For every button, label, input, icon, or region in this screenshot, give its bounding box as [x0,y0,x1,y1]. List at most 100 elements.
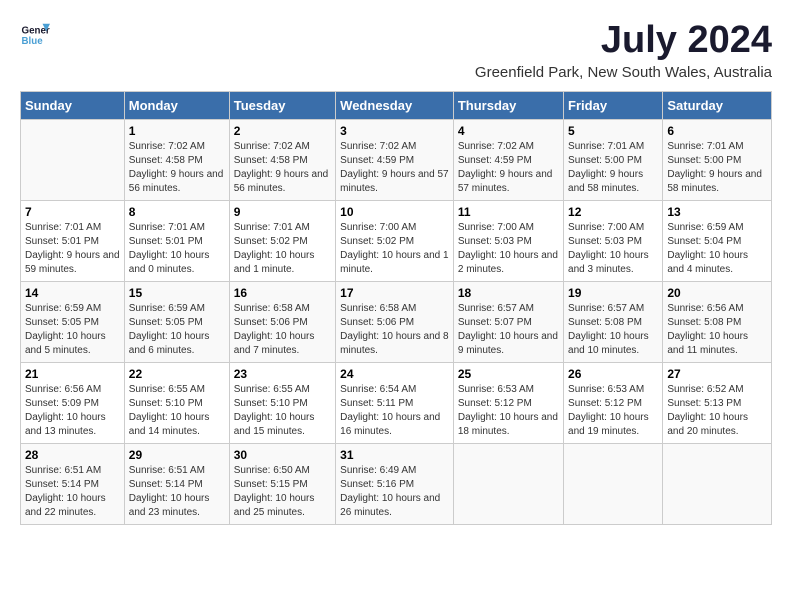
header-cell-thursday: Thursday [453,91,563,119]
day-cell: 23 Sunrise: 6:55 AMSunset: 5:10 PMDayligh… [229,362,335,443]
day-number: 28 [25,448,120,462]
day-info: Sunrise: 7:01 AMSunset: 5:00 PMDaylight:… [568,140,658,196]
day-number: 26 [568,367,658,381]
day-info: Sunrise: 6:51 AMSunset: 5:14 PMDaylight:… [129,464,225,520]
day-cell: 16Sunrise: 6:58 AMSunset: 5:06 PMDayligh… [229,281,335,362]
day-cell [453,443,563,524]
day-info: Sunrise: 7:01 AMSunset: 5:01 PMDaylight:… [129,221,225,277]
page-header: General Blue July 2024 Greenfield Park, … [20,20,772,81]
day-info: Sunrise: 6:56 AMSunset: 5:08 PMDaylight:… [667,302,767,358]
day-cell: 22 Sunrise: 6:55 AMSunset: 5:10 PMDayligh… [124,362,229,443]
day-cell: 24 Sunrise: 6:54 AMSunset: 5:11 PMDayligh… [336,362,454,443]
logo-icon: General Blue [20,20,50,50]
day-number: 13 [667,205,767,219]
header-cell-sunday: Sunday [21,91,125,119]
day-number: 2 [234,124,331,138]
day-cell: 7Sunrise: 7:01 AMSunset: 5:01 PMDaylight… [21,200,125,281]
day-number: 9 [234,205,331,219]
day-number: 27 [667,367,767,381]
day-info: Sunrise: 7:02 AMSunset: 4:59 PMDaylight:… [340,140,449,196]
day-cell: 30Sunrise: 6:50 AMSunset: 5:15 PMDayligh… [229,443,335,524]
day-info: Sunrise: 6:56 AMSunset: 5:09 PMDaylight:… [25,383,120,439]
day-cell: 13 Sunrise: 6:59 AMSunset: 5:04 PMDayligh… [663,200,772,281]
day-info: Sunrise: 6:59 AMSunset: 5:05 PMDaylight:… [129,302,225,358]
day-cell: 20 Sunrise: 6:56 AMSunset: 5:08 PMDayligh… [663,281,772,362]
day-number: 17 [340,286,449,300]
day-cell [663,443,772,524]
day-cell: 11 Sunrise: 7:00 AMSunset: 5:03 PMDayligh… [453,200,563,281]
day-info: Sunrise: 7:00 AMSunset: 5:03 PMDaylight:… [568,221,658,277]
day-cell: 31Sunrise: 6:49 AMSunset: 5:16 PMDayligh… [336,443,454,524]
day-cell: 25 Sunrise: 6:53 AMSunset: 5:12 PMDayligh… [453,362,563,443]
day-info: Sunrise: 6:53 AMSunset: 5:12 PMDaylight:… [458,383,559,439]
day-number: 10 [340,205,449,219]
day-info: Sunrise: 7:01 AMSunset: 5:01 PMDaylight:… [25,221,120,277]
header-row: SundayMondayTuesdayWednesdayThursdayFrid… [21,91,772,119]
day-info: Sunrise: 7:01 AMSunset: 5:02 PMDaylight:… [234,221,331,277]
day-info: Sunrise: 7:01 AMSunset: 5:00 PMDaylight:… [667,140,767,196]
day-cell: 14 Sunrise: 6:59 AMSunset: 5:05 PMDayligh… [21,281,125,362]
week-row-2: 7Sunrise: 7:01 AMSunset: 5:01 PMDaylight… [21,200,772,281]
day-cell: 21Sunrise: 6:56 AMSunset: 5:09 PMDayligh… [21,362,125,443]
main-title: July 2024 [475,20,772,62]
day-cell: 9 Sunrise: 7:01 AMSunset: 5:02 PMDaylight… [229,200,335,281]
week-row-3: 14 Sunrise: 6:59 AMSunset: 5:05 PMDayligh… [21,281,772,362]
logo: General Blue [20,20,50,50]
day-number: 19 [568,286,658,300]
day-info: Sunrise: 7:02 AMSunset: 4:58 PMDaylight:… [129,140,225,196]
day-number: 24 [340,367,449,381]
header-cell-monday: Monday [124,91,229,119]
day-info: Sunrise: 6:58 AMSunset: 5:06 PMDaylight:… [340,302,449,358]
day-info: Sunrise: 6:59 AMSunset: 5:05 PMDaylight:… [25,302,120,358]
day-number: 4 [458,124,559,138]
day-info: Sunrise: 6:58 AMSunset: 5:06 PMDaylight:… [234,302,331,358]
day-number: 6 [667,124,767,138]
day-cell [21,119,125,200]
day-cell: 28 Sunrise: 6:51 AMSunset: 5:14 PMDayligh… [21,443,125,524]
day-cell: 6 Sunrise: 7:01 AMSunset: 5:00 PMDaylight… [663,119,772,200]
header-cell-friday: Friday [564,91,663,119]
day-cell: 27Sunrise: 6:52 AMSunset: 5:13 PMDayligh… [663,362,772,443]
day-cell: 1 Sunrise: 7:02 AMSunset: 4:58 PMDaylight… [124,119,229,200]
day-info: Sunrise: 6:55 AMSunset: 5:10 PMDaylight:… [234,383,331,439]
day-number: 8 [129,205,225,219]
day-info: Sunrise: 6:53 AMSunset: 5:12 PMDaylight:… [568,383,658,439]
day-cell: 4Sunrise: 7:02 AMSunset: 4:59 PMDaylight… [453,119,563,200]
day-info: Sunrise: 6:50 AMSunset: 5:15 PMDaylight:… [234,464,331,520]
day-info: Sunrise: 6:51 AMSunset: 5:14 PMDaylight:… [25,464,120,520]
day-cell: 2Sunrise: 7:02 AMSunset: 4:58 PMDaylight… [229,119,335,200]
day-cell: 17 Sunrise: 6:58 AMSunset: 5:06 PMDayligh… [336,281,454,362]
day-cell: 26 Sunrise: 6:53 AMSunset: 5:12 PMDayligh… [564,362,663,443]
day-info: Sunrise: 7:00 AMSunset: 5:03 PMDaylight:… [458,221,559,277]
day-number: 11 [458,205,559,219]
day-info: Sunrise: 7:00 AMSunset: 5:02 PMDaylight:… [340,221,449,277]
day-number: 5 [568,124,658,138]
day-number: 1 [129,124,225,138]
day-cell: 15 Sunrise: 6:59 AMSunset: 5:05 PMDayligh… [124,281,229,362]
day-number: 25 [458,367,559,381]
day-number: 18 [458,286,559,300]
day-cell: 5 Sunrise: 7:01 AMSunset: 5:00 PMDaylight… [564,119,663,200]
week-row-5: 28 Sunrise: 6:51 AMSunset: 5:14 PMDayligh… [21,443,772,524]
svg-text:Blue: Blue [22,36,44,47]
title-block: July 2024 Greenfield Park, New South Wal… [475,20,772,81]
day-info: Sunrise: 6:54 AMSunset: 5:11 PMDaylight:… [340,383,449,439]
week-row-4: 21Sunrise: 6:56 AMSunset: 5:09 PMDayligh… [21,362,772,443]
day-number: 20 [667,286,767,300]
day-info: Sunrise: 6:49 AMSunset: 5:16 PMDaylight:… [340,464,449,520]
day-number: 12 [568,205,658,219]
day-number: 15 [129,286,225,300]
day-number: 23 [234,367,331,381]
subtitle: Greenfield Park, New South Wales, Austra… [475,64,772,81]
day-info: Sunrise: 6:55 AMSunset: 5:10 PMDaylight:… [129,383,225,439]
calendar-table: SundayMondayTuesdayWednesdayThursdayFrid… [20,91,772,525]
day-cell: 29Sunrise: 6:51 AMSunset: 5:14 PMDayligh… [124,443,229,524]
day-info: Sunrise: 6:57 AMSunset: 5:07 PMDaylight:… [458,302,559,358]
day-cell: 19Sunrise: 6:57 AMSunset: 5:08 PMDayligh… [564,281,663,362]
week-row-1: 1 Sunrise: 7:02 AMSunset: 4:58 PMDaylight… [21,119,772,200]
header-cell-saturday: Saturday [663,91,772,119]
day-number: 14 [25,286,120,300]
day-number: 22 [129,367,225,381]
day-info: Sunrise: 6:59 AMSunset: 5:04 PMDaylight:… [667,221,767,277]
day-cell: 8 Sunrise: 7:01 AMSunset: 5:01 PMDaylight… [124,200,229,281]
